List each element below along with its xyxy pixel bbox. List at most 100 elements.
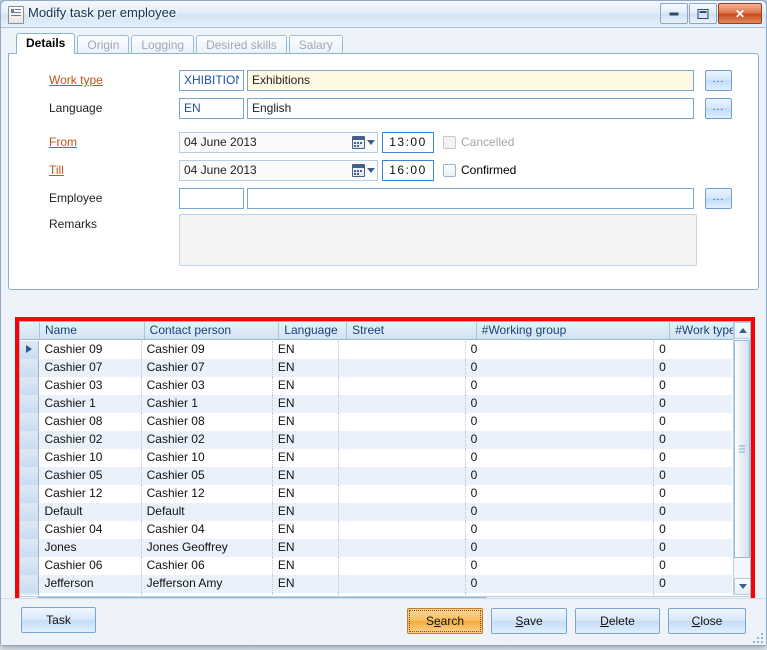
cell-street[interactable] (339, 377, 465, 395)
row-selector[interactable] (20, 413, 39, 431)
from-calendar-button[interactable] (349, 132, 378, 153)
language-description-input[interactable] (247, 98, 694, 119)
till-label[interactable]: Till (9, 163, 179, 177)
cell-language[interactable]: EN (273, 593, 339, 595)
cell-work_type[interactable]: 0 (654, 467, 732, 485)
table-row[interactable]: Cashier 08Cashier 08EN00 (20, 413, 732, 431)
cell-work_type[interactable]: 0 (654, 341, 732, 359)
cell-language[interactable]: EN (273, 467, 339, 485)
cell-contact[interactable]: Cashier 12 (142, 485, 273, 503)
cell-working_group[interactable]: 0 (466, 521, 655, 539)
cell-work_type[interactable]: 0 (654, 593, 732, 595)
cell-name[interactable]: Cashier 06 (39, 557, 141, 575)
employee-browse-button[interactable]: ... (705, 188, 732, 209)
cell-name[interactable]: Cashier 12 (39, 485, 141, 503)
row-selector[interactable] (20, 557, 39, 575)
cell-work_type[interactable]: 0 (654, 431, 732, 449)
grid-vertical-scrollbar[interactable] (733, 322, 750, 595)
cell-work_type[interactable]: 0 (654, 359, 732, 377)
delete-button[interactable]: Delete (575, 608, 660, 634)
scroll-up-button[interactable] (734, 322, 751, 339)
tab-logging[interactable]: Logging (131, 35, 194, 55)
cell-working_group[interactable]: 0 (466, 413, 655, 431)
table-row[interactable]: Cashier 12Cashier 12EN00 (20, 485, 732, 503)
table-row[interactable]: Cashier 01Cashier 01EN00 (20, 593, 732, 595)
tab-origin[interactable]: Origin (77, 35, 129, 55)
cell-name[interactable]: Jones (39, 539, 141, 557)
row-selector[interactable] (20, 359, 39, 377)
cell-street[interactable] (339, 467, 465, 485)
cell-working_group[interactable]: 0 (466, 359, 655, 377)
cell-language[interactable]: EN (273, 413, 339, 431)
cell-language[interactable]: EN (273, 557, 339, 575)
work-type-browse-button[interactable]: ... (705, 70, 732, 91)
cell-working_group[interactable]: 0 (466, 539, 655, 557)
cell-contact[interactable]: Cashier 07 (142, 359, 273, 377)
grid-header-working-group[interactable]: #Working group (477, 322, 670, 339)
scroll-down-button[interactable] (734, 578, 751, 595)
cell-work_type[interactable]: 0 (654, 521, 732, 539)
table-row[interactable]: Cashier 07Cashier 07EN00 (20, 359, 732, 377)
table-row[interactable]: Cashier 10Cashier 10EN00 (20, 449, 732, 467)
cell-working_group[interactable]: 0 (466, 449, 655, 467)
cell-street[interactable] (339, 503, 465, 521)
language-browse-button[interactable]: ... (705, 98, 732, 119)
cell-language[interactable]: EN (273, 521, 339, 539)
remarks-textarea[interactable] (179, 214, 697, 266)
cell-language[interactable]: EN (273, 431, 339, 449)
cell-work_type[interactable]: 0 (654, 575, 732, 593)
cell-contact[interactable]: Cashier 10 (142, 449, 273, 467)
resize-grip-icon[interactable] (751, 631, 763, 643)
tab-desired-skills[interactable]: Desired skills (196, 35, 287, 55)
confirmed-checkbox-row[interactable]: Confirmed (443, 163, 516, 177)
cell-street[interactable] (339, 521, 465, 539)
cell-name[interactable]: Cashier 05 (39, 467, 141, 485)
table-row[interactable]: Cashier 02Cashier 02EN00 (20, 431, 732, 449)
row-selector[interactable] (20, 485, 39, 503)
cell-working_group[interactable]: 0 (466, 431, 655, 449)
cell-contact[interactable]: Cashier 06 (142, 557, 273, 575)
work-type-label[interactable]: Work type (9, 73, 179, 87)
cell-language[interactable]: EN (273, 575, 339, 593)
save-button[interactable]: Save (491, 608, 567, 634)
row-selector[interactable] (20, 575, 39, 593)
table-row[interactable]: Cashier 04Cashier 04EN00 (20, 521, 732, 539)
cell-name[interactable]: Cashier 08 (39, 413, 141, 431)
table-row[interactable]: Cashier 03Cashier 03EN00 (20, 377, 732, 395)
cell-name[interactable]: Cashier 03 (39, 377, 141, 395)
table-row[interactable]: Cashier 1Cashier 1EN00 (20, 395, 732, 413)
cell-contact[interactable]: Cashier 05 (142, 467, 273, 485)
cell-street[interactable] (339, 359, 465, 377)
cell-street[interactable] (339, 575, 465, 593)
confirmed-checkbox[interactable] (443, 164, 456, 177)
grid-header-contact-person[interactable]: Contact person (145, 322, 280, 339)
cell-work_type[interactable]: 0 (654, 485, 732, 503)
tab-details[interactable]: Details (16, 33, 75, 54)
cell-work_type[interactable]: 0 (654, 449, 732, 467)
cell-street[interactable] (339, 413, 465, 431)
cell-work_type[interactable]: 0 (654, 413, 732, 431)
cell-working_group[interactable]: 0 (466, 377, 655, 395)
row-selector[interactable] (20, 449, 39, 467)
cell-contact[interactable]: Cashier 02 (142, 431, 273, 449)
cell-name[interactable]: Cashier 09 (39, 341, 141, 359)
cell-name[interactable]: Cashier 02 (39, 431, 141, 449)
maximize-button[interactable] (689, 3, 717, 24)
cell-language[interactable]: EN (273, 539, 339, 557)
cell-language[interactable]: EN (273, 341, 339, 359)
cell-name[interactable]: Jefferson (39, 575, 141, 593)
cell-street[interactable] (339, 485, 465, 503)
till-datepicker[interactable] (179, 160, 378, 181)
cell-working_group[interactable]: 0 (466, 341, 655, 359)
close-window-button[interactable]: ✕ (718, 3, 762, 24)
employee-grid[interactable]: Name Contact person Language Street #Wor… (19, 321, 751, 613)
employee-name-input[interactable] (247, 188, 694, 209)
table-row[interactable]: JeffersonJefferson AmyEN00 (20, 575, 732, 593)
grid-header-language[interactable]: Language (279, 322, 347, 339)
cell-name[interactable]: Cashier 1 (39, 395, 141, 413)
cell-working_group[interactable]: 0 (466, 557, 655, 575)
row-selector[interactable] (20, 521, 39, 539)
cell-contact[interactable]: Cashier 09 (142, 341, 273, 359)
table-row[interactable]: Cashier 05Cashier 05EN00 (20, 467, 732, 485)
cell-street[interactable] (339, 593, 465, 595)
